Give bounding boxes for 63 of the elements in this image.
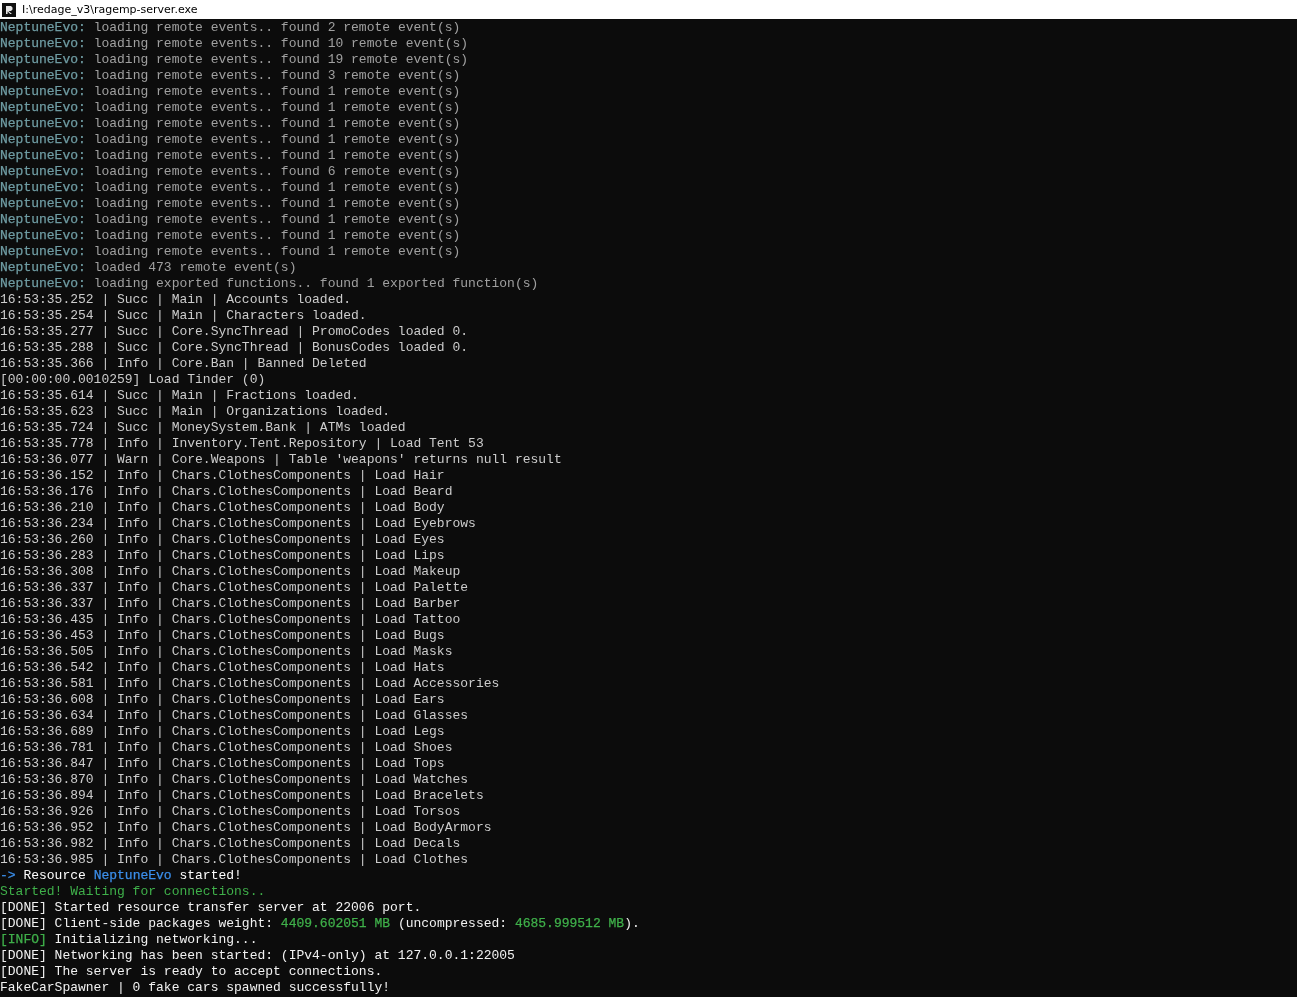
console-line: NeptuneEvo: loading remote events.. found 19 remote event(s) [0,52,469,68]
console-line: 16:53:36.781 | Info | Chars.ClothesComponents | Load Shoes [0,740,453,756]
console-line: NeptuneEvo: loading remote events.. found 1 remote event(s) [0,116,461,132]
console-line: 16:53:35.252 | Succ | Main | Accounts loaded. [0,292,352,308]
console-line: NeptuneEvo: loading remote events.. found 1 remote event(s) [0,196,461,212]
console-line: 16:53:36.952 | Info | Chars.ClothesComponents | Load BodyArmors [0,820,492,836]
console-line: 16:53:36.689 | Info | Chars.ClothesComponents | Load Legs [0,724,445,740]
console-line: 16:53:36.337 | Info | Chars.ClothesComponents | Load Palette [0,580,469,596]
console-line: NeptuneEvo: loading remote events.. found 6 remote event(s) [0,164,461,180]
console-line: 16:53:36.608 | Info | Chars.ClothesComponents | Load Ears [0,692,445,708]
console-line: 16:53:35.288 | Succ | Core.SyncThread | BonusCodes loaded 0. [0,340,469,356]
console-line: [INFO] Initializing networking... [0,932,258,948]
console-line: 16:53:36.542 | Info | Chars.ClothesComponents | Load Hats [0,660,445,676]
console-line: NeptuneEvo: loading remote events.. found 1 remote event(s) [0,180,461,196]
console-line: FakeCarSpawner | 0 fake cars spawned successfully! [0,980,391,996]
console-line: 16:53:36.982 | Info | Chars.ClothesComponents | Load Decals [0,836,461,852]
console-line: 16:53:36.894 | Info | Chars.ClothesComponents | Load Bracelets [0,788,484,804]
console-line: 16:53:36.337 | Info | Chars.ClothesComponents | Load Barber [0,596,461,612]
console-line: 16:53:36.283 | Info | Chars.ClothesComponents | Load Lips [0,548,445,564]
console-line: 16:53:36.077 | Warn | Core.Weapons | Table 'weapons' returns null result [0,452,562,468]
console-line: [DONE] The server is ready to accept connections. [0,964,383,980]
console-line: 16:53:35.778 | Info | Inventory.Tent.Repository | Load Tent 53 [0,436,484,452]
console-line: 16:53:36.260 | Info | Chars.ClothesComponents | Load Eyes [0,532,445,548]
console-line: [00:00:00.0010259] Load Tinder (0) [0,372,266,388]
console-line: NeptuneEvo: loading remote events.. found 1 remote event(s) [0,100,461,116]
console-line: 16:53:36.453 | Info | Chars.ClothesComponents | Load Bugs [0,628,445,644]
console-line: NeptuneEvo: loading remote events.. found 1 remote event(s) [0,244,461,260]
console-line: [DONE] Networking has been started: (IPv4-only) at 127.0.0.1:22005 [0,948,515,964]
console-line: 16:53:36.176 | Info | Chars.ClothesComponents | Load Beard [0,484,453,500]
console-line: 16:53:36.234 | Info | Chars.ClothesComponents | Load Eyebrows [0,516,476,532]
console-line: NeptuneEvo: loading exported functions.. found 1 exported function(s) [0,276,539,292]
app-icon [2,2,16,17]
console-line: [DONE] Client-side packages weight: 4409.602051 MB (uncompressed: 4685.999512 MB). [0,916,640,932]
console-line: 16:53:35.614 | Succ | Main | Fractions loaded. [0,388,359,404]
console-line: 16:53:35.623 | Succ | Main | Organizations loaded. [0,404,391,420]
console-line: [DONE] Started resource transfer server at 22006 port. [0,900,422,916]
console-line: NeptuneEvo: loading remote events.. found 1 remote event(s) [0,132,461,148]
console-line: 16:53:36.152 | Info | Chars.ClothesComponents | Load Hair [0,468,445,484]
console-line: 16:53:35.277 | Succ | Core.SyncThread | PromoCodes loaded 0. [0,324,469,340]
console-line: NeptuneEvo: loading remote events.. found 1 remote event(s) [0,148,461,164]
console-line: 16:53:36.210 | Info | Chars.ClothesComponents | Load Body [0,500,445,516]
console-line: 16:53:36.847 | Info | Chars.ClothesComponents | Load Tops [0,756,445,772]
console-line: 16:53:36.581 | Info | Chars.ClothesComponents | Load Accessories [0,676,500,692]
console-line: 16:53:36.926 | Info | Chars.ClothesComponents | Load Torsos [0,804,461,820]
console-line: 16:53:36.985 | Info | Chars.ClothesComponents | Load Clothes [0,852,469,868]
console-line: -> Resource NeptuneEvo started! [0,868,242,884]
console-line: 16:53:36.308 | Info | Chars.ClothesComponents | Load Makeup [0,564,461,580]
window-title: I:\redage_v3\ragemp-server.exe [22,3,198,16]
console-line: 16:53:35.254 | Succ | Main | Characters loaded. [0,308,367,324]
console-line: 16:53:36.870 | Info | Chars.ClothesComponents | Load Watches [0,772,469,788]
console-line: NeptuneEvo: loading remote events.. found 1 remote event(s) [0,228,461,244]
console-line: 16:53:36.505 | Info | Chars.ClothesComponents | Load Masks [0,644,453,660]
console-line: NeptuneEvo: loading remote events.. found 3 remote event(s) [0,68,461,84]
console-line: NeptuneEvo: loading remote events.. found 2 remote event(s) [0,20,461,36]
console-line: NeptuneEvo: loading remote events.. found 10 remote event(s) [0,36,469,52]
console-line: 16:53:35.724 | Succ | MoneySystem.Bank | ATMs loaded [0,420,406,436]
console-line: 16:53:36.435 | Info | Chars.ClothesComponents | Load Tattoo [0,612,461,628]
console-line: NeptuneEvo: loaded 473 remote event(s) [0,260,297,276]
console-line: 16:53:35.366 | Info | Core.Ban | Banned Deleted [0,356,367,372]
console-line: NeptuneEvo: loading remote events.. found 1 remote event(s) [0,84,461,100]
console-line: Started! Waiting for connections.. [0,884,266,900]
console-line: NeptuneEvo: loading remote events.. found 1 remote event(s) [0,212,461,228]
console-line: 16:53:36.634 | Info | Chars.ClothesComponents | Load Glasses [0,708,469,724]
